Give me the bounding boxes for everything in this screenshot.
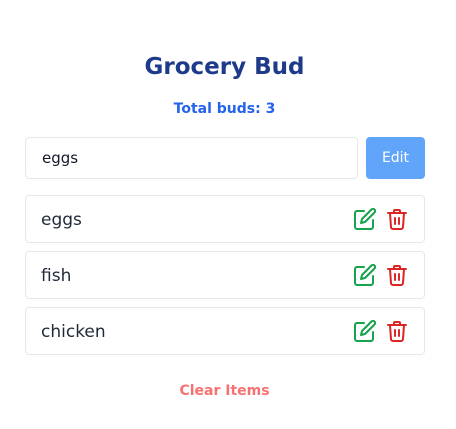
list-item: chicken (25, 307, 425, 355)
item-form: Edit (25, 137, 425, 179)
trash-icon (387, 321, 407, 342)
list-item: fish (25, 251, 425, 299)
trash-icon (387, 265, 407, 286)
clear-items-button[interactable]: Clear Items (0, 380, 449, 402)
delete-item-button[interactable] (385, 206, 409, 232)
trash-icon (387, 209, 407, 230)
edit-item-button[interactable] (353, 318, 377, 344)
edit-item-button[interactable] (353, 206, 377, 232)
edit-icon (354, 207, 377, 230)
grocery-list: eggs fish chicken (25, 195, 425, 363)
edit-icon (354, 263, 377, 286)
item-input[interactable] (25, 137, 358, 179)
edit-submit-button[interactable]: Edit (366, 137, 425, 179)
item-name: chicken (41, 322, 106, 342)
page-title: Grocery Bud (144, 54, 305, 80)
total-count: Total buds: 3 (173, 101, 276, 117)
edit-icon (354, 319, 377, 342)
delete-item-button[interactable] (385, 318, 409, 344)
grocery-app: Grocery Bud Total buds: 3 Edit eggs (0, 0, 456, 429)
item-name: fish (41, 266, 72, 286)
delete-item-button[interactable] (385, 262, 409, 288)
edit-item-button[interactable] (353, 262, 377, 288)
item-name: eggs (41, 210, 82, 230)
list-item: eggs (25, 195, 425, 243)
